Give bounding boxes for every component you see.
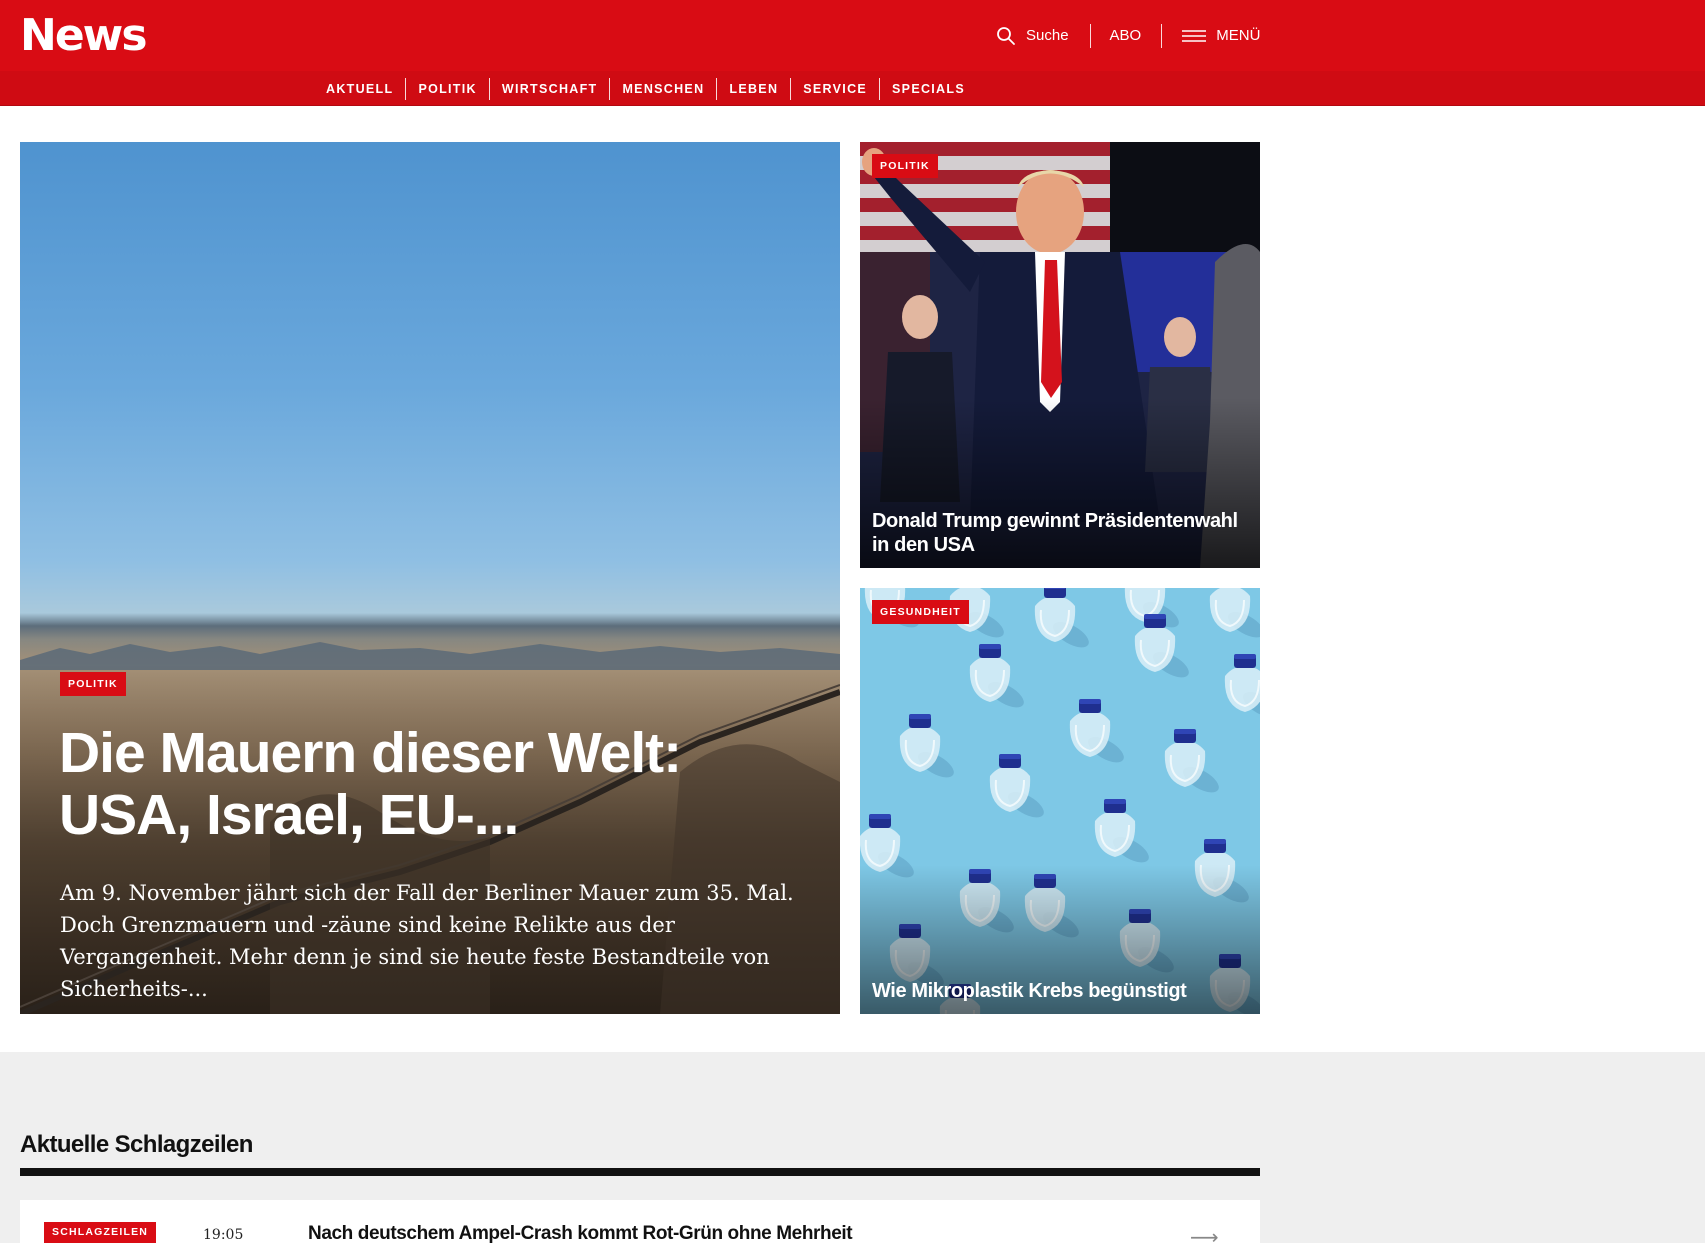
nav-list: AKTUELL POLITIK WIRTSCHAFT MENSCHEN LEBE… (314, 71, 977, 106)
divider (1161, 23, 1163, 48)
abo-label: ABO (1109, 27, 1142, 44)
teaser-category-tag[interactable]: GESUNDHEIT (872, 600, 969, 624)
nav-item-aktuell[interactable]: AKTUELL (314, 78, 405, 100)
search-button[interactable]: Suche (996, 26, 1069, 46)
headline-title[interactable]: Nach deutschem Ampel-Crash kommt Rot-Grü… (308, 1223, 853, 1243)
nav-item-politik[interactable]: POLITIK (405, 77, 488, 100)
hero-title[interactable]: Die Mauern dieser Welt: USA, Israel, EU-… (59, 722, 779, 846)
nav-item-service[interactable]: SERVICE (790, 77, 879, 100)
teaser-title[interactable]: Wie Mikroplastik Krebs begünstigt (872, 979, 1242, 1003)
nav-item-leben[interactable]: LEBEN (716, 77, 790, 100)
nav-item-menschen[interactable]: MENSCHEN (609, 77, 716, 100)
main-navigation: AKTUELL POLITIK WIRTSCHAFT MENSCHEN LEBE… (0, 71, 1705, 106)
headline-category-tag[interactable]: SCHLAGZEILEN (44, 1222, 157, 1243)
menu-button[interactable]: MENÜ (1182, 27, 1260, 44)
divider (1089, 23, 1091, 48)
headlines-title: Aktuelle Schlagzeilen (20, 1131, 253, 1158)
hamburger-menu-icon (1182, 29, 1207, 42)
abo-button[interactable]: ABO (1110, 27, 1142, 44)
teaser-image-shade (860, 588, 1260, 1014)
hero-teaser[interactable]: POLITIK Die Mauern dieser Welt: USA, Isr… (20, 142, 840, 1014)
hero-category-tag[interactable]: POLITIK (60, 672, 126, 696)
headlines-divider (20, 1168, 1260, 1176)
site-logo[interactable]: News (20, 14, 148, 58)
teaser-category-tag[interactable]: POLITIK (872, 154, 938, 178)
search-icon (997, 26, 1015, 45)
menu-label: MENÜ (1216, 27, 1261, 44)
headline-time: 19:05 (203, 1227, 244, 1243)
arrow-right-icon[interactable]: ⟶ (1190, 1225, 1219, 1243)
top-bar: News Suche ABO MENÜ (0, 0, 1705, 71)
teaser-card-mikroplastik[interactable]: GESUNDHEIT Wie Mikroplastik Krebs begüns… (860, 588, 1260, 1014)
top-actions: Suche ABO MENÜ (996, 0, 1260, 71)
hero-lead: Am 9. November jährt sich der Fall der B… (60, 881, 794, 1001)
teaser-title[interactable]: Donald Trump gewinnt Präsidentenwahl in … (872, 509, 1242, 557)
teaser-image-shade (860, 142, 1260, 568)
search-label: Suche (1026, 27, 1069, 44)
nav-item-wirtschaft[interactable]: WIRTSCHAFT (488, 77, 610, 100)
teaser-card-trump[interactable]: POLITIK Donald Trump gewinnt Präsidenten… (860, 142, 1260, 568)
nav-item-specials[interactable]: SPECIALS (879, 77, 977, 100)
